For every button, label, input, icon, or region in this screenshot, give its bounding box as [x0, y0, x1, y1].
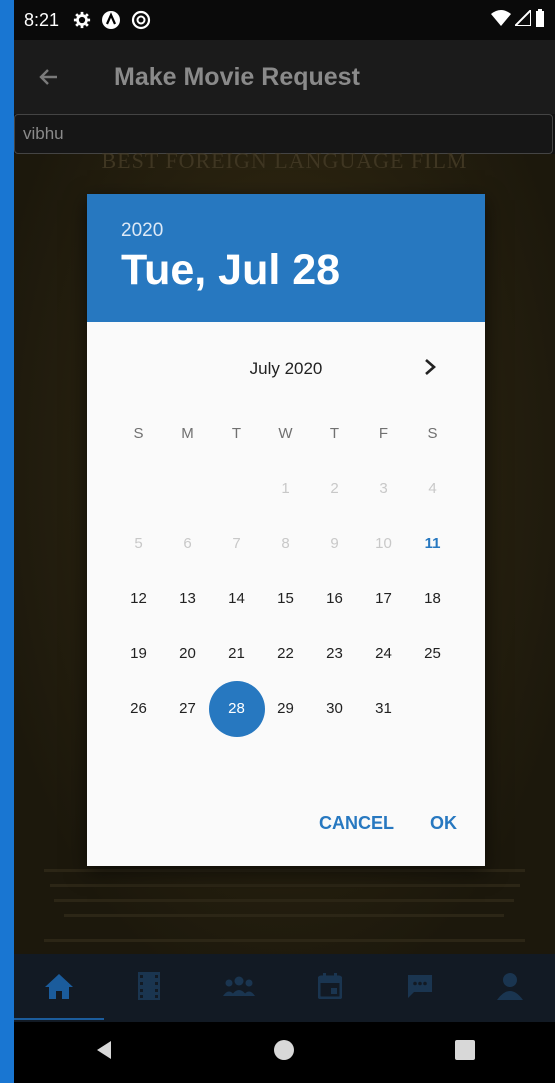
poster-credits-line [44, 939, 525, 942]
day-cell[interactable]: 30 [310, 681, 359, 736]
empty-day-cell [212, 461, 261, 516]
day-cell: 9 [330, 535, 339, 552]
day-cell[interactable]: 13 [163, 571, 212, 626]
day-cell[interactable]: 19 [114, 626, 163, 681]
day-cell[interactable]: 16 [310, 571, 359, 626]
week-row: 19 20 21 22 23 24 25 [114, 626, 457, 681]
status-right [491, 7, 545, 32]
weekday-label: S [427, 425, 438, 442]
day-cell[interactable]: 21 [212, 626, 261, 681]
bottom-navigation [14, 954, 555, 1022]
day-cell[interactable]: 17 [359, 571, 408, 626]
empty-day-cell [114, 461, 163, 516]
a-circle-icon [101, 10, 121, 30]
empty-day-cell [408, 681, 457, 736]
signal-icon [512, 7, 532, 31]
weekday-label: W [278, 425, 293, 442]
gear-icon [73, 11, 91, 29]
battery-icon [535, 8, 545, 32]
calendar-grid: SMTWTFS 1 2 3 4 5 6 7 8 9 10 11 12 13 14 15 16 17 18 19 20 2… [114, 406, 457, 737]
weekday-label: T [231, 425, 242, 442]
ok-button[interactable]: OK [422, 807, 465, 840]
day-cell[interactable]: 26 [114, 681, 163, 736]
people-icon [223, 975, 256, 1002]
phone-screen: 8:21 Make Movie Request BEST FOREIGN LAN… [14, 0, 555, 1083]
day-cell: 3 [379, 480, 388, 497]
selected-day[interactable]: 28 [208, 680, 265, 737]
weekday-label: S [133, 425, 144, 442]
day-cell[interactable]: 23 [310, 626, 359, 681]
nav-home[interactable] [14, 954, 105, 1022]
at-circle-icon [131, 10, 151, 30]
page-title: Make Movie Request [114, 62, 360, 91]
day-cell[interactable]: 11 [408, 516, 457, 571]
nav-people[interactable] [194, 954, 284, 1022]
person-icon [496, 972, 523, 1005]
next-month-button[interactable] [417, 356, 443, 382]
search-input[interactable] [21, 123, 552, 145]
chat-icon [406, 973, 434, 1004]
system-navigation-bar [14, 1022, 555, 1083]
nav-calendar[interactable] [285, 954, 375, 1022]
day-cell[interactable]: 29 [261, 681, 310, 736]
weekday-label: F [378, 425, 389, 442]
cancel-button[interactable]: CANCEL [311, 807, 402, 840]
week-row: 5 6 7 8 9 10 11 [114, 516, 457, 571]
day-cell[interactable]: 31 [359, 681, 408, 736]
empty-day-cell [163, 461, 212, 516]
wifi-icon [491, 9, 511, 31]
back-arrow-icon[interactable] [14, 65, 84, 89]
day-cell: 1 [281, 480, 290, 497]
poster-credits-line [64, 914, 504, 917]
home-circle-icon[interactable] [273, 1039, 295, 1066]
day-cell[interactable]: 27 [163, 681, 212, 736]
day-cell: 4 [428, 480, 437, 497]
poster-credits-line [44, 869, 525, 872]
weekday-label: M [181, 425, 194, 442]
year-label[interactable]: 2020 [121, 220, 451, 242]
day-cell[interactable]: 24 [359, 626, 408, 681]
day-cell: 7 [232, 535, 241, 552]
home-icon [44, 972, 74, 1005]
date-picker-dialog: 2020 Tue, Jul 28 July 2020 SMTWTFS 12345… [87, 194, 485, 866]
day-cell: 6 [183, 535, 192, 552]
poster-credits-line [54, 899, 514, 902]
week-row: 1 2 3 4 [114, 461, 457, 516]
day-cell: 2 [330, 480, 339, 497]
day-cell[interactable]: 25 [408, 626, 457, 681]
status-time: 8:21 [24, 9, 60, 30]
week-row: 12 13 14 15 16 17 18 [114, 571, 457, 626]
day-cell: 8 [281, 535, 290, 552]
week-row: 26 27 28 29 30 31 [114, 680, 457, 737]
chevron-right-icon [423, 358, 437, 381]
poster-heading: BEST FOREIGN LANGUAGE FILM [101, 148, 468, 173]
day-cell[interactable]: 18 [408, 571, 457, 626]
date-picker-header: 2020 Tue, Jul 28 [87, 194, 485, 322]
day-cell[interactable]: 20 [163, 626, 212, 681]
selected-date-label: Tue, Jul 28 [121, 246, 341, 294]
nav-movies[interactable] [104, 954, 194, 1022]
day-cell: 10 [375, 535, 392, 552]
day-cell[interactable]: 14 [212, 571, 261, 626]
calendar-icon [317, 972, 343, 1004]
nav-chat[interactable] [375, 954, 465, 1022]
day-cell[interactable]: 22 [261, 626, 310, 681]
day-cell[interactable]: 12 [114, 571, 163, 626]
day-cell: 5 [134, 535, 143, 552]
recents-square-icon[interactable] [454, 1039, 476, 1066]
day-cell[interactable]: 15 [261, 571, 310, 626]
day-number: 28 [228, 700, 245, 717]
dialog-actions: CANCEL OK [311, 807, 465, 840]
poster-credits-line [50, 884, 520, 887]
weekday-label: T [329, 425, 340, 442]
status-bar: 8:21 [14, 0, 555, 40]
nav-profile[interactable] [465, 954, 555, 1022]
weekday-header-row: SMTWTFS [114, 406, 457, 461]
film-icon [138, 971, 161, 1005]
app-bar: Make Movie Request [14, 40, 555, 114]
month-header: July 2020 [87, 354, 485, 384]
back-triangle-icon[interactable] [93, 1039, 115, 1066]
